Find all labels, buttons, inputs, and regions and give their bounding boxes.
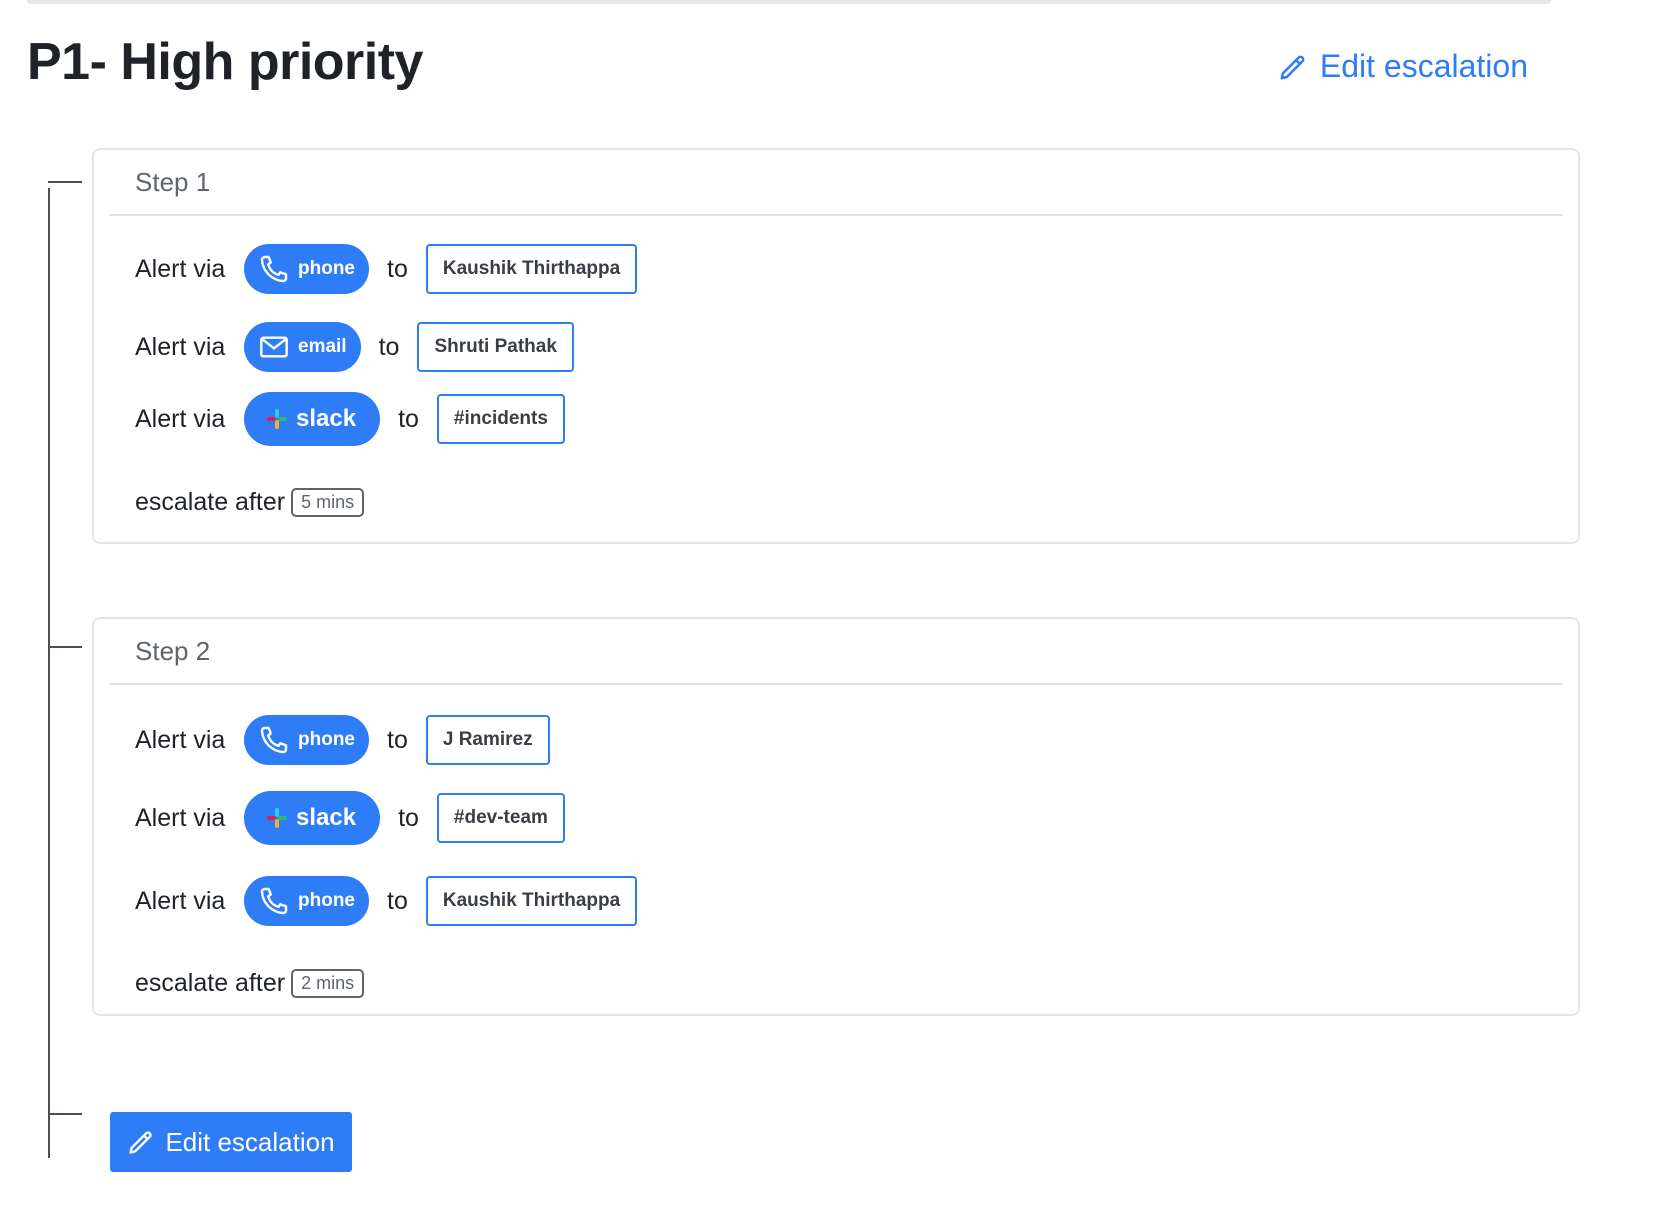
- channel-pill-phone[interactable]: phone: [244, 244, 369, 294]
- alert-target[interactable]: Shruti Pathak: [417, 322, 574, 372]
- alert-row: Alert via phone to J Ramirez: [135, 713, 550, 767]
- timeline-tick-step-1: [48, 181, 82, 183]
- pencil-icon: [129, 1131, 152, 1154]
- channel-label: phone: [298, 729, 355, 750]
- channel-pill-phone[interactable]: phone: [244, 715, 369, 765]
- edit-escalation-label: Edit escalation: [1319, 48, 1528, 84]
- alert-via-label: Alert via: [135, 332, 226, 361]
- pencil-icon: [1280, 55, 1305, 79]
- alert-target[interactable]: J Ramirez: [425, 715, 550, 765]
- escalate-duration-badge: 5 mins: [291, 488, 365, 517]
- escalate-after-label: escalate after: [135, 488, 286, 516]
- mail-icon: [260, 336, 288, 358]
- channel-label: slack: [296, 405, 357, 432]
- step-title: Step 2: [135, 635, 211, 666]
- step-header: Step 1: [109, 150, 1563, 216]
- phone-icon: [260, 255, 288, 283]
- to-label: to: [387, 254, 408, 283]
- escalate-row: escalate after 5 mins: [135, 488, 365, 517]
- channel-label: email: [298, 336, 347, 357]
- alert-row: Alert via email to Shruti Pathak: [135, 320, 574, 374]
- step-title: Step 1: [135, 166, 211, 197]
- channel-pill-slack[interactable]: slack: [244, 392, 381, 446]
- alert-row: Alert via slack to #dev-team: [135, 791, 565, 845]
- step-card-1: Step 1 Alert via phone to Kaushik Thirth…: [92, 148, 1580, 544]
- phone-icon: [260, 726, 288, 754]
- edit-escalation-link[interactable]: Edit escalation: [1278, 48, 1528, 85]
- edit-escalation-button[interactable]: Edit escalation: [110, 1112, 352, 1172]
- channel-label: phone: [298, 258, 355, 279]
- to-label: to: [387, 886, 408, 915]
- alert-target[interactable]: Kaushik Thirthappa: [425, 244, 638, 294]
- edit-escalation-button-label: Edit escalation: [165, 1126, 335, 1157]
- channel-label: phone: [298, 890, 355, 911]
- alert-target[interactable]: Kaushik Thirthappa: [425, 876, 638, 926]
- alert-via-label: Alert via: [135, 254, 226, 283]
- to-label: to: [378, 332, 400, 361]
- slack-icon: [267, 409, 287, 429]
- channel-pill-email[interactable]: email: [244, 322, 361, 372]
- channel-label: slack: [296, 804, 357, 831]
- step-card-2: Step 2 Alert via phone to J Ramirez Aler…: [92, 617, 1580, 1016]
- alert-via-label: Alert via: [135, 725, 226, 754]
- alert-target[interactable]: #incidents: [436, 394, 565, 444]
- to-label: to: [398, 803, 419, 832]
- to-label: to: [398, 404, 419, 433]
- escalate-duration-badge: 2 mins: [291, 969, 365, 998]
- top-divider: [27, 0, 1551, 4]
- alert-row: Alert via phone to Kaushik Thirthappa: [135, 874, 638, 928]
- timeline-tick-edit: [48, 1113, 82, 1115]
- alert-row: Alert via phone to Kaushik Thirthappa: [135, 242, 638, 296]
- escalate-after-label: escalate after: [135, 969, 286, 997]
- alert-via-label: Alert via: [135, 886, 226, 915]
- step-header: Step 2: [109, 619, 1563, 685]
- channel-pill-slack[interactable]: slack: [244, 791, 381, 845]
- escalate-row: escalate after 2 mins: [135, 969, 365, 998]
- alert-target[interactable]: #dev-team: [436, 793, 565, 843]
- slack-icon: [267, 808, 287, 828]
- alert-via-label: Alert via: [135, 803, 226, 832]
- alert-via-label: Alert via: [135, 404, 226, 433]
- channel-pill-phone[interactable]: phone: [244, 876, 369, 926]
- to-label: to: [387, 725, 408, 754]
- phone-icon: [260, 887, 288, 915]
- alert-row: Alert via slack to #incidents: [135, 392, 565, 446]
- timeline-tick-step-2: [48, 646, 82, 648]
- timeline-line: [48, 188, 50, 1158]
- page-title: P1- High priority: [27, 33, 423, 91]
